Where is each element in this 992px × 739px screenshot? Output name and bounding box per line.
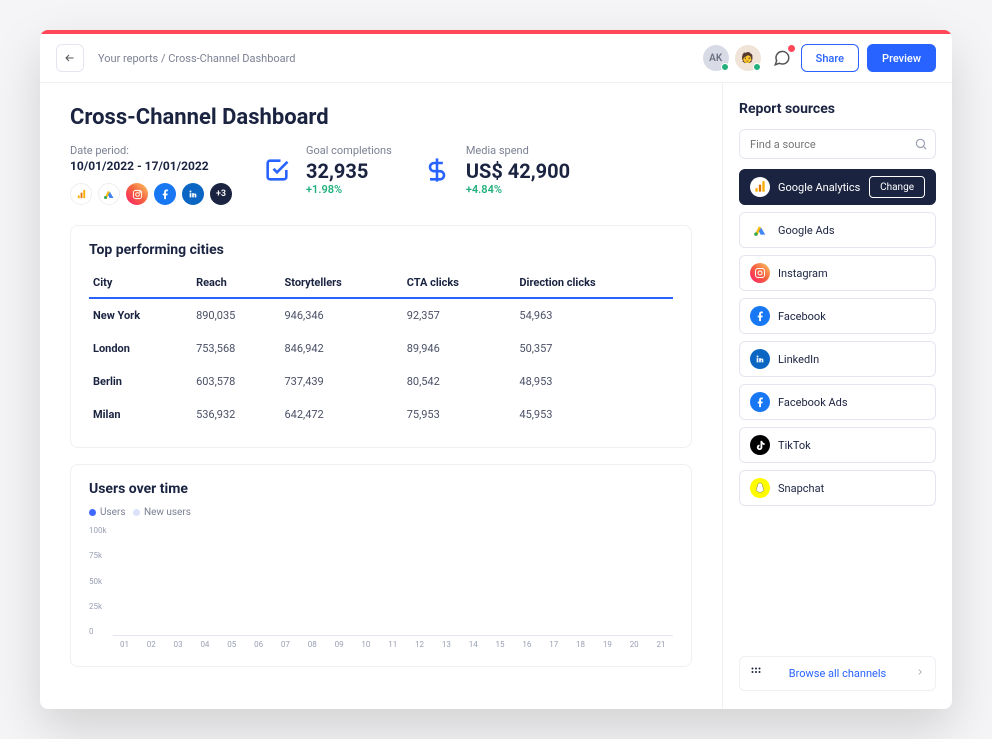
table-row: London753,568846,94289,94650,357 <box>89 332 673 365</box>
tk2-icon <box>750 435 770 455</box>
browse-label: Browse all channels <box>789 667 886 680</box>
presence-dot <box>721 63 729 71</box>
linkedin-icon <box>182 183 204 205</box>
fb2-icon <box>750 306 770 326</box>
source-item[interactable]: Facebook Ads <box>739 384 936 420</box>
preview-button[interactable]: Preview <box>867 44 936 72</box>
checkbox-icon <box>260 153 294 187</box>
table-row: New York890,035946,34692,35754,963 <box>89 298 673 332</box>
source-item[interactable]: Snapchat <box>739 470 936 506</box>
sc2-icon <box>750 478 770 498</box>
col-header: CTA clicks <box>403 268 516 298</box>
summary-row: Date period: 10/01/2022 - 17/01/2022 +3 <box>70 144 692 205</box>
grid-icon <box>750 666 762 681</box>
x-axis: 0102030405060708091011121314151617181920… <box>113 640 673 649</box>
table-row: Milan536,932642,47275,95345,953 <box>89 398 673 431</box>
more-channels-chip[interactable]: +3 <box>210 183 232 205</box>
goal-value: 32,935 <box>306 159 392 183</box>
goal-label: Goal completions <box>306 144 392 157</box>
avatar-1[interactable]: AK <box>703 45 729 71</box>
browse-channels[interactable]: Browse all channels <box>739 656 936 691</box>
back-button[interactable] <box>56 44 84 72</box>
page-title: Cross-Channel Dashboard <box>70 105 692 130</box>
source-item[interactable]: Google Analytics Change <box>739 169 936 205</box>
topbar: Your reports / Cross-Channel Dashboard A… <box>40 34 952 83</box>
col-header: Reach <box>192 268 280 298</box>
chart-bars <box>113 526 673 636</box>
goal-metric: Goal completions 32,935 +1.98% <box>260 144 392 196</box>
chevron-right-icon <box>915 667 925 680</box>
cities-title: Top performing cities <box>89 242 673 258</box>
instagram-icon <box>126 183 148 205</box>
chart-title: Users over time <box>89 481 673 497</box>
col-header: Storytellers <box>280 268 402 298</box>
main-panel: Cross-Channel Dashboard Date period: 10/… <box>40 83 722 709</box>
goal-delta: +1.98% <box>306 183 392 196</box>
ig2-icon <box>750 263 770 283</box>
table-row: Berlin603,578737,43980,54248,953 <box>89 365 673 398</box>
app-window: Your reports / Cross-Channel Dashboard A… <box>40 30 952 709</box>
source-item[interactable]: LinkedIn <box>739 341 936 377</box>
date-range: 10/01/2022 - 17/01/2022 <box>70 159 232 173</box>
date-block: Date period: 10/01/2022 - 17/01/2022 +3 <box>70 144 232 205</box>
source-label: Google Analytics <box>778 181 860 194</box>
source-label: Instagram <box>778 267 828 280</box>
avatar-2[interactable]: 🧑 <box>735 45 761 71</box>
source-item[interactable]: TikTok <box>739 427 936 463</box>
y-axis: 025k50k75k100k <box>89 526 113 636</box>
side-panel: Report sources Google AnalyticsChangeGoo… <box>722 83 952 709</box>
gad2-icon <box>750 220 770 240</box>
spend-value: US$ 42,900 <box>466 159 570 183</box>
breadcrumb[interactable]: Your reports / Cross-Channel Dashboard <box>98 52 295 65</box>
dollar-icon <box>420 153 454 187</box>
source-label: Google Ads <box>778 224 835 237</box>
spend-metric: Media spend US$ 42,900 +4.84% <box>420 144 570 196</box>
notification-dot <box>788 45 795 52</box>
li2-icon <box>750 349 770 369</box>
source-item[interactable]: Facebook <box>739 298 936 334</box>
date-label: Date period: <box>70 144 232 157</box>
spend-label: Media spend <box>466 144 570 157</box>
source-item[interactable]: Instagram <box>739 255 936 291</box>
spend-delta: +4.84% <box>466 183 570 196</box>
channel-chips: +3 <box>70 183 232 205</box>
chart-legend: Users New users <box>89 507 673 518</box>
chart-card: Users over time Users New users 025k50k7… <box>70 464 692 667</box>
col-header: Direction clicks <box>515 268 673 298</box>
source-search <box>739 129 936 159</box>
source-label: Facebook Ads <box>778 396 848 409</box>
cities-card: Top performing cities CityReachStorytell… <box>70 225 692 448</box>
col-header: City <box>89 268 192 298</box>
sources-title: Report sources <box>739 101 936 117</box>
google-ads-icon <box>98 183 120 205</box>
presence-dot <box>753 63 761 71</box>
facebook-icon <box>154 183 176 205</box>
source-label: LinkedIn <box>778 353 819 366</box>
source-label: TikTok <box>778 439 811 452</box>
change-button[interactable]: Change <box>869 176 925 198</box>
search-input[interactable] <box>739 129 936 159</box>
source-label: Facebook <box>778 310 826 323</box>
search-icon <box>914 136 928 155</box>
google-analytics-icon <box>70 183 92 205</box>
ga2-icon <box>750 177 770 197</box>
share-button[interactable]: Share <box>801 44 859 72</box>
source-label: Snapchat <box>778 482 824 495</box>
chat-icon[interactable] <box>771 47 793 69</box>
source-item[interactable]: Google Ads <box>739 212 936 248</box>
fba2-icon <box>750 392 770 412</box>
cities-table: CityReachStorytellersCTA clicksDirection… <box>89 268 673 431</box>
